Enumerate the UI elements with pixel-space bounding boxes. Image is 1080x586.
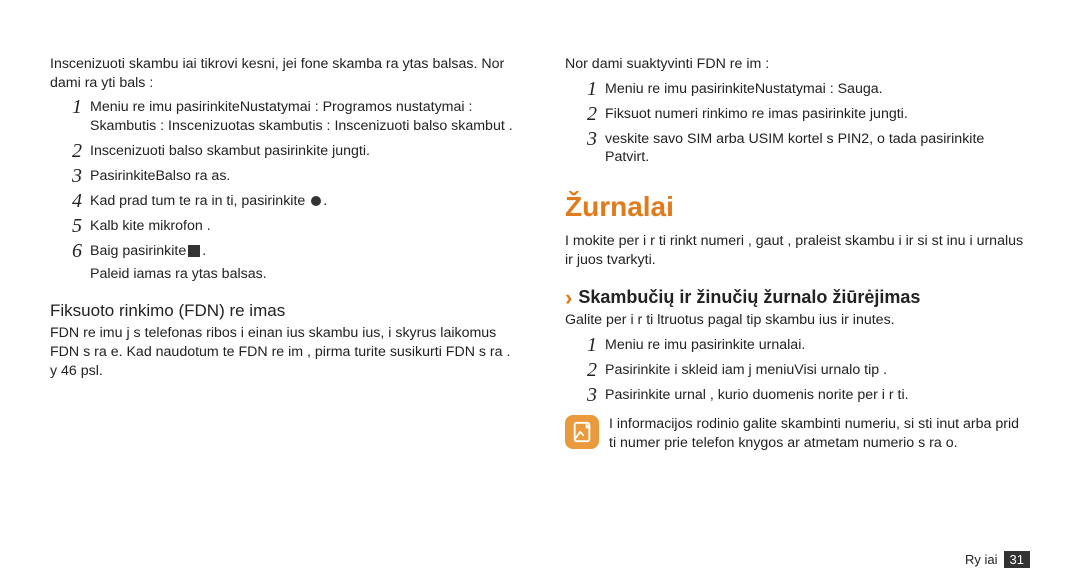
record-dot-icon — [311, 196, 321, 206]
step-number: 2 — [575, 359, 597, 380]
fdn-desc: FDN re imu j s telefonas ribos i einan i… — [50, 324, 515, 380]
step-number: 5 — [60, 215, 82, 236]
step-number: 4 — [60, 190, 82, 211]
step-text: veskite savo SIM arba USIM kortel s PIN2… — [605, 128, 1030, 167]
step-text: Baig pasirinkite. — [90, 240, 515, 261]
step-number: 3 — [60, 165, 82, 186]
r2step-1: 1 Meniu re imu pasirinkite urnalai. — [575, 334, 1030, 355]
step-number: 1 — [575, 334, 597, 355]
step-number: 3 — [575, 128, 597, 149]
rstep-3: 3 veskite savo SIM arba USIM kortel s PI… — [575, 128, 1030, 167]
step-number: 6 — [60, 240, 82, 261]
step-text: Kad prad tum te ra in ti, pasirinkite . — [90, 190, 515, 211]
note-text: I informacijos rodinio galite skambinti … — [609, 415, 1030, 452]
page-number: 31 — [1004, 551, 1030, 568]
r2step-3: 3 Pasirinkite urnal , kurio duomenis nor… — [575, 384, 1030, 405]
step-4: 4 Kad prad tum te ra in ti, pasirinkite … — [60, 190, 515, 211]
step-number: 1 — [60, 96, 82, 117]
stop-square-icon — [188, 245, 200, 257]
right-column: Nor dami suaktyvinti FDN re im : 1 Meniu… — [565, 55, 1030, 586]
fdn-subhead: Fiksuoto rinkimo (FDN) re imas — [50, 300, 515, 322]
step-text: Inscenizuoti balso skambut pasirinkite j… — [90, 140, 515, 161]
step-text: Pasirinkite urnal , kurio duomenis norit… — [605, 384, 1030, 405]
rstep-1: 1 Meniu re imu pasirinkiteNustatymai : S… — [575, 78, 1030, 99]
footer-label: Ry iai — [965, 552, 998, 567]
right-intro: Nor dami suaktyvinti FDN re im : — [565, 55, 1030, 74]
step-2: 2 Inscenizuoti balso skambut pasirinkite… — [60, 140, 515, 161]
rstep-2: 2 Fiksuot numeri rinkimo re imas pasirin… — [575, 103, 1030, 124]
step-5: 5 Kalb kite mikrofon . — [60, 215, 515, 236]
note-icon — [565, 415, 599, 449]
step-text: Pasirinkite i skleid iam j meniuVisi urn… — [605, 359, 1030, 380]
subsection-heading: › Skambučių ir žinučių žurnalo žiūrėjima… — [565, 286, 1030, 310]
step-1: 1 Meniu re imu pasirinkiteNustatymai : P… — [60, 96, 515, 135]
step-text: PasirinkiteBalso ra as. — [90, 165, 515, 186]
note-block: I informacijos rodinio galite skambinti … — [565, 415, 1030, 452]
left-intro: Inscenizuoti skambu iai tikrovi kesni, j… — [50, 55, 515, 92]
step-6: 6 Baig pasirinkite. — [60, 240, 515, 261]
step-number: 1 — [575, 78, 597, 99]
r2step-2: 2 Pasirinkite i skleid iam j meniuVisi u… — [575, 359, 1030, 380]
step-3: 3 PasirinkiteBalso ra as. — [60, 165, 515, 186]
step-text-part: Kad prad tum te ra in ti, pasirinkite — [90, 193, 309, 209]
step-text: Meniu re imu pasirinkiteNustatymai : Pro… — [90, 96, 515, 135]
subsection-title: Skambučių ir žinučių žurnalo žiūrėjimas — [578, 286, 920, 310]
section-desc: I mokite per i r ti rinkt numeri , gaut … — [565, 232, 1030, 269]
subsection-desc: Galite per i r ti ltruotus pagal tip ska… — [565, 311, 1030, 330]
step-text: Fiksuot numeri rinkimo re imas pasirinki… — [605, 103, 1030, 124]
section-heading: Žurnalai — [565, 189, 1030, 226]
step-number: 2 — [60, 140, 82, 161]
left-column: Inscenizuoti skambu iai tikrovi kesni, j… — [50, 55, 515, 586]
step-number: 2 — [575, 103, 597, 124]
step-text: Meniu re imu pasirinkiteNustatymai : Sau… — [605, 78, 1030, 99]
step-text: Meniu re imu pasirinkite urnalai. — [605, 334, 1030, 355]
page-footer: Ry iai 31 — [965, 551, 1030, 568]
step-text: Kalb kite mikrofon . — [90, 215, 515, 236]
chevron-icon: › — [565, 287, 572, 309]
left-after: Paleid iamas ra ytas balsas. — [90, 265, 515, 284]
step-number: 3 — [575, 384, 597, 405]
step-text-part: Baig pasirinkite — [90, 243, 186, 259]
